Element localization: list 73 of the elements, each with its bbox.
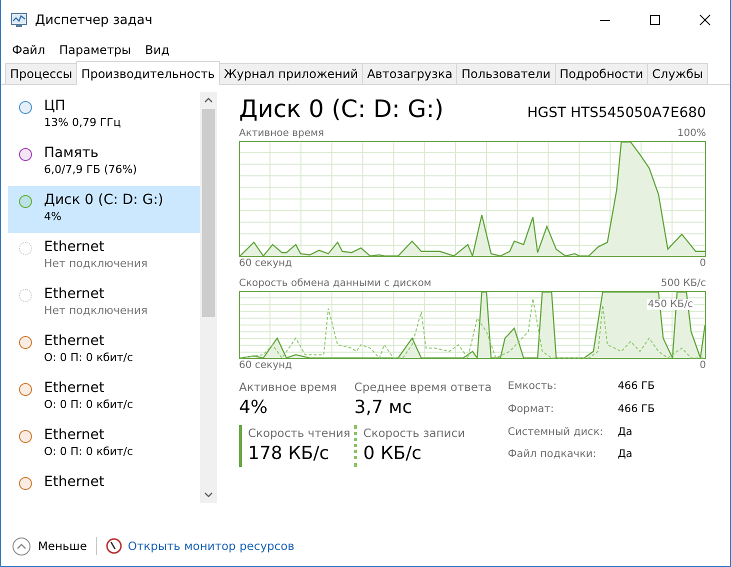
stat-label: Активное время xyxy=(239,379,338,395)
item-detail: Нет подключения xyxy=(44,303,148,318)
sidebar-item[interactable]: Ethernet О: 0 П: 0 кбит/с xyxy=(8,374,200,421)
sidebar-item[interactable]: Ethernet Нет подключения xyxy=(8,233,200,280)
item-name: Ethernet xyxy=(44,473,104,491)
item-detail: 4% xyxy=(44,209,62,224)
tab[interactable]: Производительность xyxy=(76,61,220,85)
property-value: 466 ГБ xyxy=(618,402,655,417)
tab[interactable]: Автозагрузка xyxy=(362,63,458,84)
graph-min-label: 0 xyxy=(700,257,706,271)
maximize-icon xyxy=(649,14,661,26)
item-detail: О: 0 П: 0 кбит/с xyxy=(44,350,134,365)
scrollbar[interactable] xyxy=(200,92,217,503)
tab[interactable]: Службы xyxy=(647,63,708,84)
property-label: Емкость: xyxy=(508,379,558,394)
sidebar-item[interactable]: ЦП 13% 0,79 ГГц xyxy=(8,92,200,139)
property-label: Формат: xyxy=(508,402,555,417)
item-name: Ethernet xyxy=(44,379,106,397)
property-label: Системный диск: xyxy=(508,424,604,440)
sidebar-item[interactable]: Ethernet О: 0 П: 0 кбит/с xyxy=(8,421,200,468)
scrollbar-thumb[interactable] xyxy=(202,109,215,317)
close-icon xyxy=(699,14,711,26)
window-title: Диспетчер задач xyxy=(35,12,154,28)
graph-time-label: 60 секунд xyxy=(239,257,292,271)
tab[interactable]: Подробности xyxy=(554,63,648,84)
sidebar-item[interactable]: Ethernet О: 0 П: 0 кбит/с xyxy=(8,327,200,374)
stat-value: 3,7 мс xyxy=(354,396,414,420)
tab[interactable]: Журнал приложений xyxy=(218,63,364,84)
menu-item[interactable]: Параметры xyxy=(52,43,138,57)
item-name: Ethernet xyxy=(44,332,106,350)
sidebar-item[interactable]: Ethernet Нет подключения xyxy=(8,280,200,327)
stat-label: Скорость записи xyxy=(363,425,466,441)
item-detail: 6,0/7,9 ГБ (76%) xyxy=(44,162,137,177)
item-name: Ethernet xyxy=(44,238,106,256)
sidebar-item[interactable]: Память 6,0/7,9 ГБ (76%) xyxy=(8,139,200,186)
tab[interactable]: Процессы xyxy=(5,63,78,84)
item-name: Диск 0 (C: D: G:) xyxy=(44,191,164,209)
sidebar-item[interactable]: Диск 0 (C: D: G:) 4% xyxy=(8,186,200,233)
disk-title: Диск 0 (C: D: G:) xyxy=(239,94,444,125)
property-value: 466 ГБ xyxy=(618,379,655,394)
disk-model: HGST HTS545050A7E680 xyxy=(527,105,706,121)
item-name: Ethernet xyxy=(44,285,106,303)
graph-time-label: 60 секунд xyxy=(239,359,292,373)
graph-max-label: 500 КБ/с xyxy=(660,277,706,291)
item-detail: О: 0 П: 0 кбит/с xyxy=(44,397,134,412)
property-value: Да xyxy=(618,447,634,462)
stat-label: Скорость чтения xyxy=(248,425,350,441)
item-name: Ethernet xyxy=(44,426,106,444)
graph-min-label: 0 xyxy=(700,359,706,373)
gauge-icon xyxy=(106,538,122,554)
stat-value: 0 КБ/с xyxy=(363,442,423,466)
tab[interactable]: Пользователи xyxy=(456,63,556,84)
app-icon xyxy=(11,13,27,27)
graph-label: Активное время xyxy=(239,127,324,141)
menu-item[interactable]: Вид xyxy=(138,43,176,57)
collapse-icon xyxy=(12,536,31,556)
resource-monitor-link[interactable]: Открыть монитор ресурсов xyxy=(128,539,294,553)
sidebar-item[interactable]: Ethernet xyxy=(8,468,200,493)
property-label: Файл подкачки: xyxy=(508,447,598,462)
graph-scale-label: 450 КБ/с xyxy=(646,299,694,310)
property-value: Да xyxy=(618,424,634,440)
graph-max-label: 100% xyxy=(677,127,706,141)
item-name: ЦП xyxy=(44,97,66,115)
item-detail: 13% 0,79 ГГц xyxy=(44,115,121,130)
stat-value: 178 КБ/с xyxy=(248,442,330,466)
less-button[interactable]: Меньше xyxy=(12,536,87,556)
stat-value: 4% xyxy=(239,396,269,420)
item-name: Память xyxy=(44,144,100,162)
item-detail: Нет подключения xyxy=(44,256,148,271)
stat-label: Среднее время ответа xyxy=(354,379,492,395)
graph-label: Скорость обмена данными с диском xyxy=(239,277,432,291)
menu-item[interactable]: Файл xyxy=(5,43,52,57)
item-detail: О: 0 П: 0 кбит/с xyxy=(44,444,134,459)
